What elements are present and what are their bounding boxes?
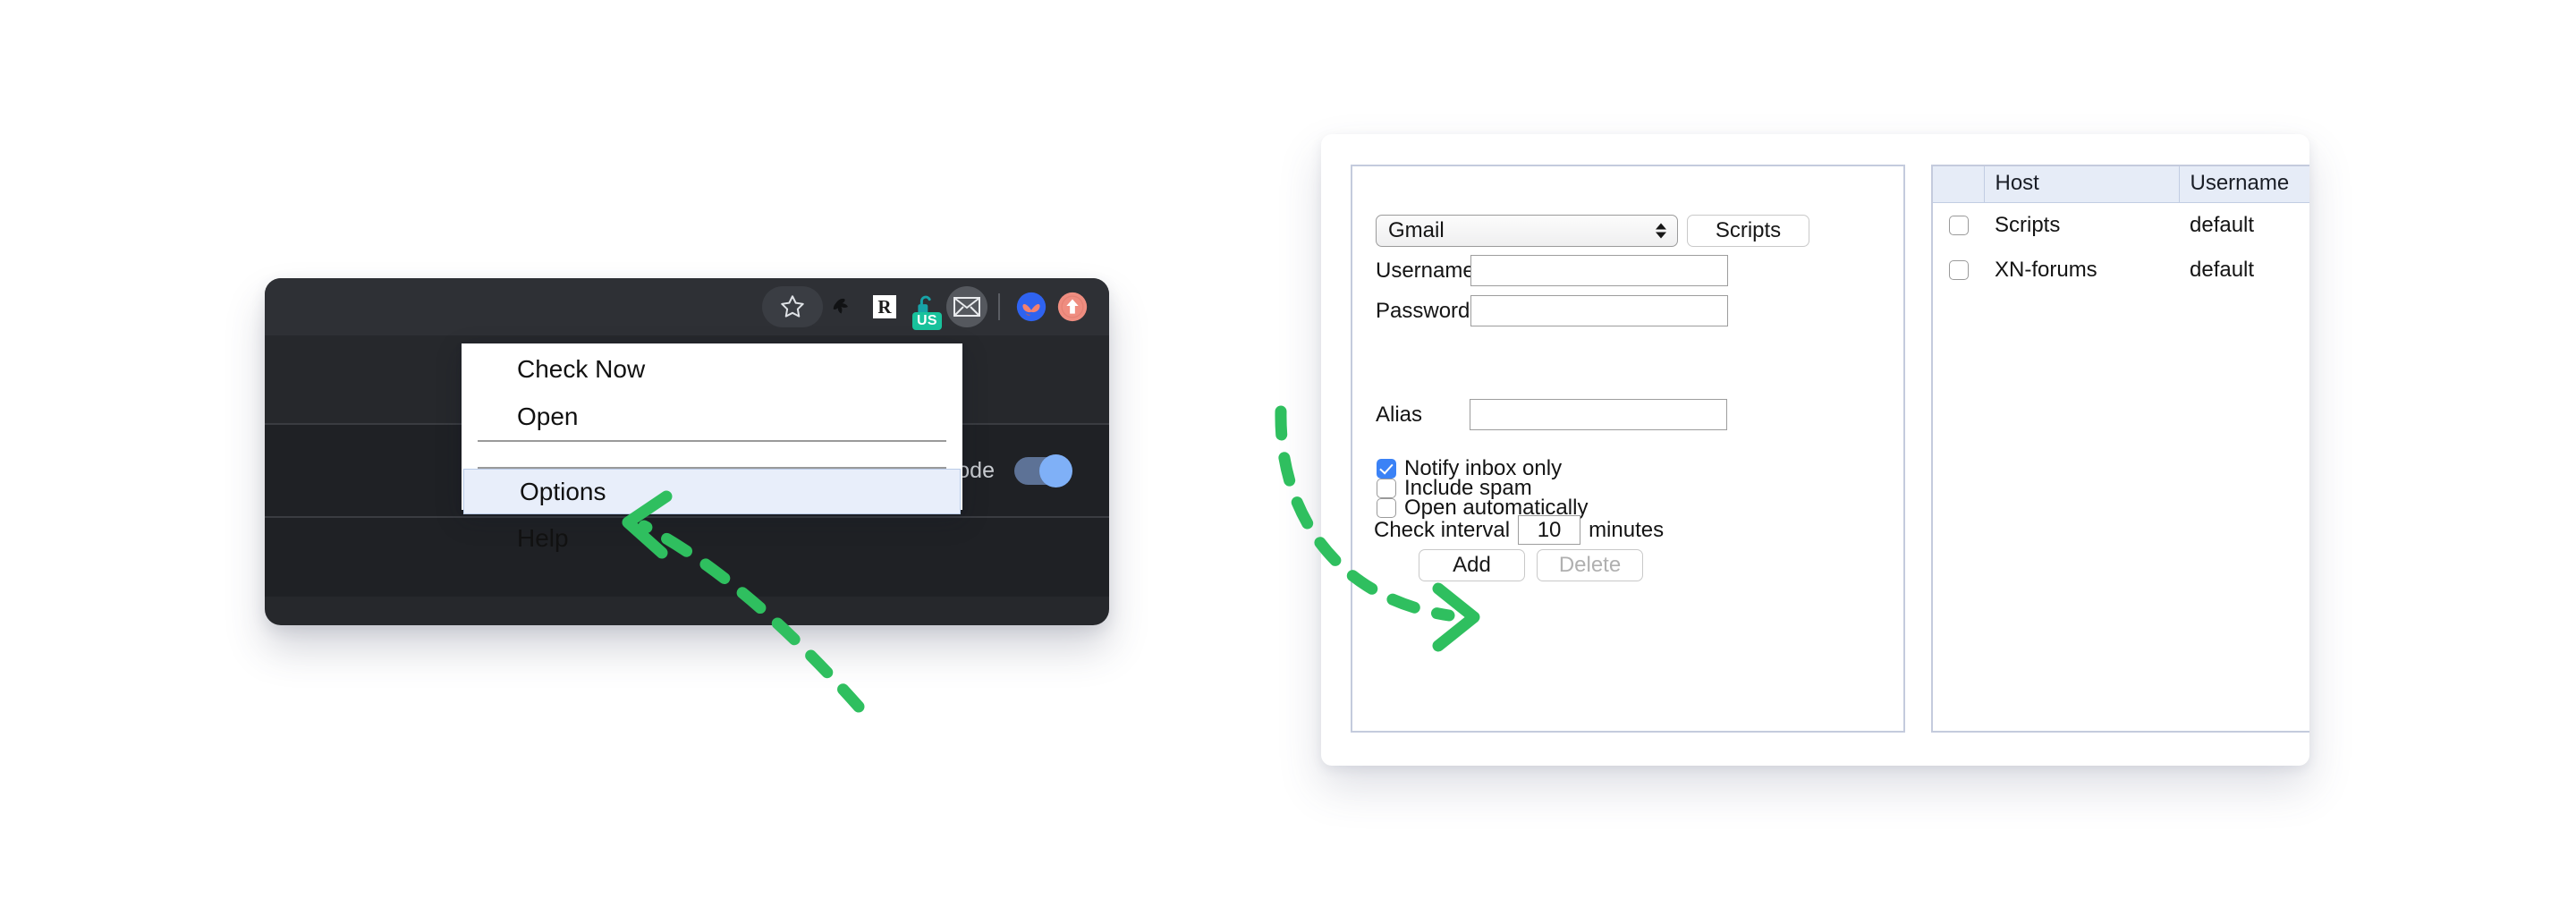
- password-row: Password: [1376, 295, 1728, 326]
- toggle-knob: [1039, 454, 1072, 487]
- lastpass-locale-badge: US: [912, 311, 942, 330]
- table-header-row: Host Username: [1933, 166, 2309, 203]
- screenshot-root: R US mode Check Now Open Options Help Gm…: [0, 0, 2576, 907]
- password-label: Password: [1376, 298, 1470, 323]
- username-input[interactable]: [1470, 255, 1728, 286]
- username-row: Username: [1376, 255, 1728, 286]
- bluesky-butterfly-icon[interactable]: [1011, 286, 1052, 327]
- row-host: XN-forums: [1995, 257, 2097, 282]
- row-checkbox[interactable]: [1948, 215, 1969, 235]
- add-button[interactable]: Add: [1419, 549, 1525, 581]
- lastpass-unlock-icon[interactable]: US: [905, 286, 946, 330]
- uploader-arrow-icon[interactable]: [1052, 286, 1093, 327]
- password-input[interactable]: [1470, 295, 1728, 326]
- row-select-cell[interactable]: [1933, 203, 1984, 248]
- check-interval-input[interactable]: 10: [1518, 515, 1581, 545]
- alias-input[interactable]: [1470, 399, 1727, 430]
- alias-label: Alias: [1376, 402, 1423, 427]
- row-host: Scripts: [1995, 212, 2061, 237]
- check-interval-label: Check interval: [1374, 517, 1511, 542]
- table-row[interactable]: Scripts default: [1933, 203, 2309, 248]
- account-type-value: Gmail: [1388, 218, 1445, 242]
- column-header-host[interactable]: Host: [1984, 166, 2180, 203]
- menu-item-help[interactable]: Help: [462, 514, 962, 562]
- row-username: default: [2190, 212, 2255, 237]
- row-select-cell[interactable]: [1933, 248, 1984, 292]
- menu-divider-gap: [462, 442, 962, 467]
- form-buttons: Add Delete: [1419, 549, 1643, 581]
- browser-toolbar: R US: [265, 278, 1109, 335]
- account-form-panel: Gmail Scripts Username Password Alias No…: [1351, 165, 1905, 733]
- column-header-username[interactable]: Username: [2179, 166, 2309, 203]
- toolbar-divider: [998, 293, 1000, 320]
- scripts-button[interactable]: Scripts: [1687, 215, 1809, 247]
- menu-item-open[interactable]: Open: [462, 393, 962, 440]
- ghostery-icon[interactable]: [823, 286, 864, 327]
- check-interval-unit: minutes: [1589, 517, 1665, 542]
- options-window: Gmail Scripts Username Password Alias No…: [1321, 134, 2309, 766]
- checker-plus-mail-icon[interactable]: [946, 286, 987, 327]
- dark-mode-toggle[interactable]: [1014, 454, 1072, 487]
- row-username: default: [2190, 257, 2255, 282]
- menu-item-options[interactable]: Options: [463, 469, 961, 514]
- table-row[interactable]: XN-forums default: [1933, 248, 2309, 292]
- alias-row: Alias: [1376, 399, 1727, 430]
- chevron-updown-icon: [1656, 223, 1666, 239]
- accounts-table: Host Username Scripts default XN-forums …: [1933, 166, 2309, 292]
- column-header-select[interactable]: [1933, 166, 1985, 203]
- delete-button: Delete: [1537, 549, 1643, 581]
- account-type-select[interactable]: Gmail: [1376, 215, 1678, 247]
- account-select-row: Gmail Scripts: [1376, 215, 1809, 247]
- reddit-enhancement-glyph: R: [873, 295, 896, 318]
- row-checkbox[interactable]: [1948, 259, 1969, 280]
- reddit-enhancement-icon[interactable]: R: [864, 286, 905, 327]
- check-interval-row: Check interval 10 minutes: [1374, 515, 1664, 545]
- bookmark-star-icon[interactable]: [762, 286, 823, 327]
- username-label: Username: [1376, 258, 1475, 283]
- extension-context-menu: Check Now Open Options Help: [462, 343, 962, 552]
- accounts-table-panel: Host Username Scripts default XN-forums …: [1931, 165, 2309, 733]
- menu-item-check-now[interactable]: Check Now: [462, 345, 962, 393]
